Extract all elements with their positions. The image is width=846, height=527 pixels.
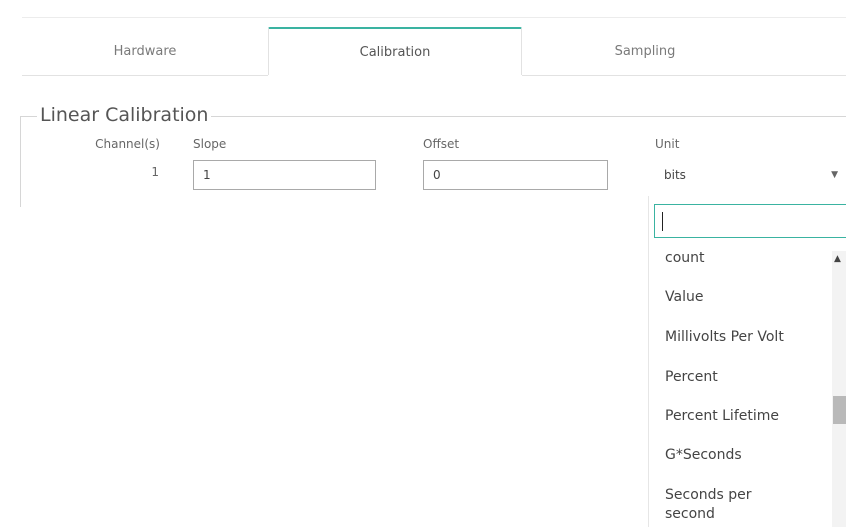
linear-calibration-legend: Linear Calibration xyxy=(37,104,212,126)
slope-input[interactable]: 1 xyxy=(193,160,376,190)
unit-select-value: bits xyxy=(664,168,686,182)
top-divider xyxy=(22,17,846,18)
offset-label: Offset xyxy=(423,137,460,151)
dropdown-scrollbar[interactable]: ▲ xyxy=(832,251,846,527)
scroll-up-icon[interactable]: ▲ xyxy=(834,254,841,264)
unit-option[interactable]: Value xyxy=(665,288,825,307)
channel-number: 1 xyxy=(151,165,159,179)
tab-bar: Hardware Calibration Sampling xyxy=(22,27,846,76)
tab-hardware-label: Hardware xyxy=(113,44,177,59)
tab-hardware[interactable]: Hardware xyxy=(22,28,268,76)
unit-search-input[interactable] xyxy=(654,204,846,238)
text-caret xyxy=(662,212,663,231)
unit-option[interactable]: G*Seconds xyxy=(665,446,825,465)
unit-label: Unit xyxy=(655,137,680,151)
unit-option[interactable]: Millivolts Per Volt xyxy=(665,328,825,347)
page: Hardware Calibration Sampling Linear Cal… xyxy=(0,0,846,527)
unit-option[interactable]: Percent xyxy=(665,368,825,387)
tab-calibration[interactable]: Calibration xyxy=(268,27,522,75)
unit-select[interactable]: bits ▼ xyxy=(655,160,846,190)
offset-input[interactable]: 0 xyxy=(423,160,608,190)
scrollbar-thumb[interactable] xyxy=(833,396,846,424)
tab-sampling[interactable]: Sampling xyxy=(522,28,768,76)
unit-option[interactable]: count xyxy=(665,249,825,268)
chevron-down-icon: ▼ xyxy=(831,170,838,180)
unit-dropdown: count Value Millivolts Per Volt Percent … xyxy=(648,196,846,527)
unit-option[interactable]: Percent Lifetime xyxy=(665,407,825,426)
unit-option[interactable]: Seconds per second xyxy=(665,486,775,524)
channels-label: Channel(s) xyxy=(95,137,160,151)
tab-sampling-label: Sampling xyxy=(614,44,676,59)
slope-label: Slope xyxy=(193,137,227,151)
tab-calibration-label: Calibration xyxy=(359,44,431,60)
tab-bar-filler xyxy=(768,28,846,76)
